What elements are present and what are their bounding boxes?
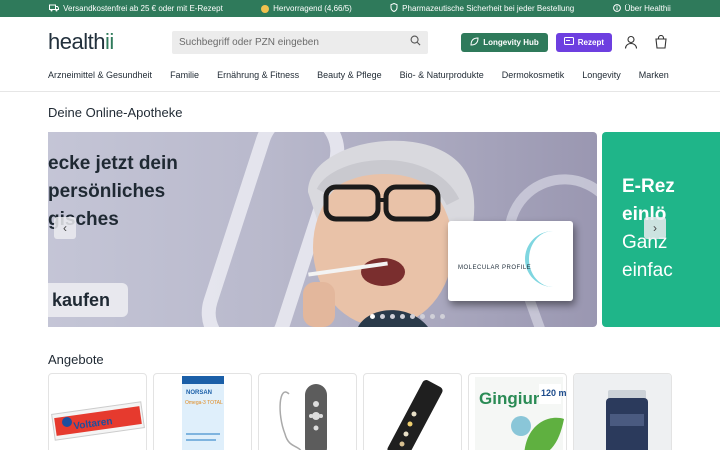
carousel-dot-3[interactable]: [390, 314, 395, 319]
hero-cta-button[interactable]: kaufen: [48, 283, 128, 317]
nav-item-bio[interactable]: Bio- & Naturprodukte: [400, 70, 484, 80]
rating-info[interactable]: Hervorragend (4,66/5): [261, 4, 352, 13]
nav-item-dermokosmetik[interactable]: Dermokosmetik: [502, 70, 565, 80]
voltaren-image: Voltaren: [51, 401, 145, 441]
page-title: Deine Online-Apotheke: [48, 105, 183, 120]
box-label: MOLECULAR PROFILE: [458, 265, 532, 271]
carousel-dot-5[interactable]: [410, 314, 415, 319]
star-icon: [261, 4, 270, 13]
device-image: [279, 384, 327, 450]
offers-title: Angebote: [48, 352, 104, 367]
leaf-icon: [470, 36, 479, 48]
account-icon[interactable]: [620, 31, 642, 53]
hero-carousel: ecke jetzt dein persönliches gisches kau…: [0, 132, 720, 327]
chevron-right-icon: ›: [653, 221, 657, 235]
safety-info: Pharmazeutische Sicherheit bei jeder Bes…: [390, 2, 575, 14]
site-header: healthii Suchbegriff oder PZN eingeben L…: [0, 17, 720, 67]
carousel-dots: [370, 314, 445, 319]
product-card-voltaren[interactable]: Voltaren: [48, 373, 147, 450]
gingium-brand: Gingium: [479, 389, 548, 408]
truck-icon: [49, 4, 60, 14]
longevity-hub-label: Longevity Hub: [483, 37, 539, 47]
hero2-line-4: einfac: [622, 260, 673, 281]
product-card-gingium[interactable]: Gingium 120 mg: [468, 373, 567, 450]
safety-text: Pharmazeutische Sicherheit bei jeder Bes…: [402, 4, 575, 13]
carousel-next-button[interactable]: ›: [644, 217, 666, 239]
carousel-dot-7[interactable]: [430, 314, 435, 319]
card-icon: [563, 37, 574, 47]
shipping-text: Versandkostenfrei ab 25 € oder mit E-Rez…: [63, 4, 223, 13]
hero2-line-1: E-Rez: [622, 176, 675, 197]
about-text: Über Healthii: [624, 4, 671, 13]
shipping-info: Versandkostenfrei ab 25 € oder mit E-Rez…: [49, 4, 223, 14]
logo-accent: ii: [104, 29, 114, 54]
carousel-dot-8[interactable]: [440, 314, 445, 319]
rating-text: Hervorragend (4,66/5): [273, 4, 352, 13]
carousel-dot-6[interactable]: [420, 314, 425, 319]
longevity-hub-button[interactable]: Longevity Hub: [461, 32, 548, 52]
molecular-profile-box: MOLECULAR PROFILE: [448, 221, 573, 301]
search-input[interactable]: Suchbegriff oder PZN eingeben: [172, 30, 428, 54]
nav-item-beauty[interactable]: Beauty & Pflege: [317, 70, 382, 80]
nav-item-arzneimittel[interactable]: Arzneimittel & Gesundheit: [48, 70, 152, 80]
healthii-logo[interactable]: healthii: [48, 29, 172, 55]
jar-image: [574, 374, 671, 450]
product-card-pillbox[interactable]: [363, 373, 462, 450]
product-card-device[interactable]: [258, 373, 357, 450]
product-card-jar[interactable]: [573, 373, 672, 450]
rezept-label: Rezept: [577, 37, 604, 47]
carousel-dot-1[interactable]: [370, 314, 375, 319]
carousel-dot-4[interactable]: [400, 314, 405, 319]
chevron-left-icon: ‹: [63, 221, 67, 235]
cart-icon[interactable]: [650, 31, 672, 53]
top-info-bar: Versandkostenfrei ab 25 € oder mit E-Rez…: [0, 0, 720, 17]
search-placeholder: Suchbegriff oder PZN eingeben: [179, 36, 319, 48]
logo-text: health: [48, 29, 105, 54]
about-link[interactable]: Über Healthii: [612, 3, 671, 14]
gingium-sub: 120 mg: [541, 388, 567, 398]
nav-item-ernaehrung[interactable]: Ernährung & Fitness: [217, 70, 299, 80]
info-icon: [612, 3, 621, 14]
norsan-sub: Omega-3 TOTAL: [185, 400, 223, 406]
offers-list: Voltaren NORSAN Omega-3 TOTAL Gingium 12…: [0, 373, 720, 450]
main-nav: Arzneimittel & Gesundheit Familie Ernähr…: [0, 67, 720, 83]
search-icon[interactable]: [410, 35, 421, 49]
nav-item-marken[interactable]: Marken: [639, 70, 669, 80]
nav-item-familie[interactable]: Familie: [170, 70, 199, 80]
norsan-brand: NORSAN: [186, 390, 212, 396]
box-arc: [525, 231, 565, 287]
gingium-image: Gingium 120 mg: [475, 377, 567, 450]
shield-icon: [390, 2, 398, 14]
norsan-image: NORSAN Omega-3 TOTAL: [182, 376, 224, 450]
pillbox-image: [387, 380, 443, 450]
product-card-norsan[interactable]: NORSAN Omega-3 TOTAL: [153, 373, 252, 450]
carousel-dot-2[interactable]: [380, 314, 385, 319]
hero-slide[interactable]: ecke jetzt dein persönliches gisches kau…: [48, 132, 597, 327]
carousel-prev-button[interactable]: ‹: [54, 217, 76, 239]
rezept-button[interactable]: Rezept: [555, 32, 612, 52]
nav-item-longevity[interactable]: Longevity: [582, 70, 621, 80]
nav-divider: [0, 91, 720, 92]
